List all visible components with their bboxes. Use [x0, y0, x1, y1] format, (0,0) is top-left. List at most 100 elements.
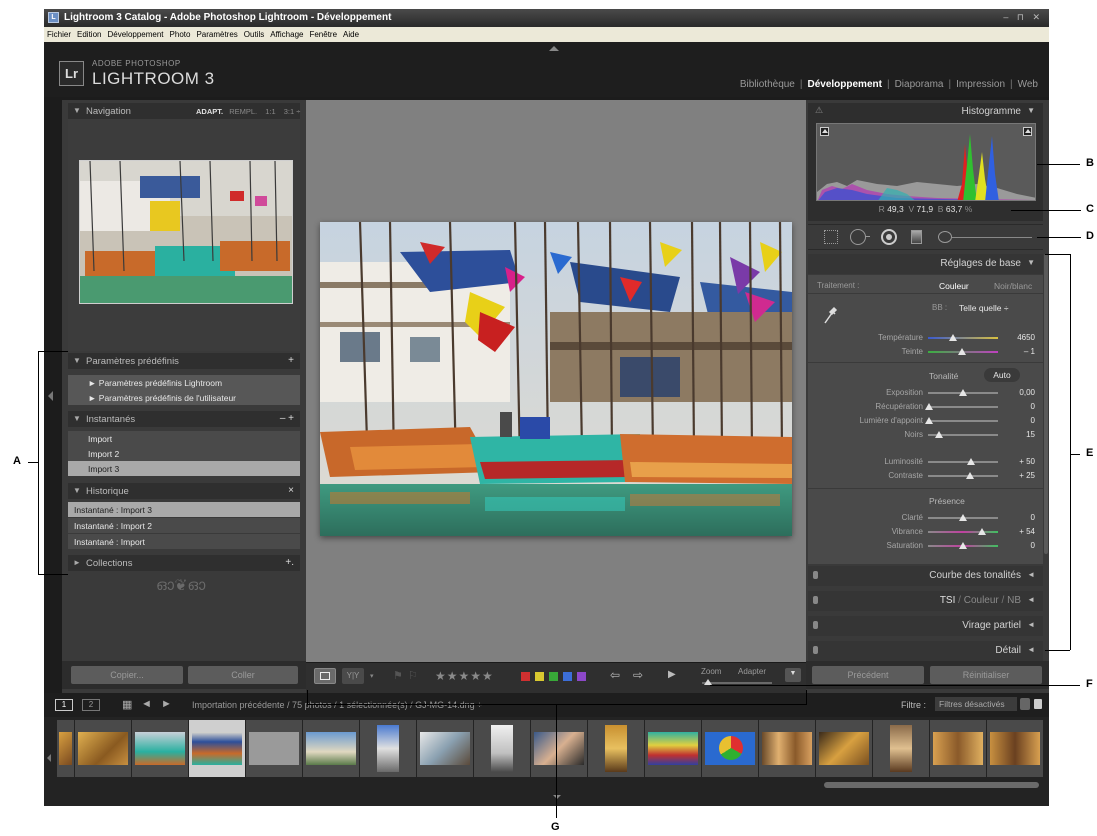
clarity-value[interactable]: 0: [1031, 513, 1035, 522]
module-impression[interactable]: Impression: [956, 79, 1005, 90]
adjustment-brush-tool-icon[interactable]: [938, 231, 952, 243]
saturation-thumb[interactable]: [959, 542, 967, 549]
blacks-slider-row[interactable]: Noirs 15: [808, 429, 1043, 441]
wb-dropdown[interactable]: Telle quelle ÷: [959, 303, 1009, 313]
histogram-graph[interactable]: [816, 123, 1036, 201]
recovery-thumb[interactable]: [925, 403, 934, 410]
filmstrip-thumb[interactable]: [645, 720, 701, 777]
snapshots-header[interactable]: ▼ Instantanés – +: [68, 411, 300, 427]
hsl-tab[interactable]: TSI: [940, 595, 956, 606]
add-collection-button[interactable]: +.: [285, 557, 294, 568]
detail-header[interactable]: Détail ◄: [808, 641, 1043, 661]
menu-fenetre[interactable]: Fenêtre: [306, 27, 340, 39]
zoom-slider-track[interactable]: [702, 682, 772, 684]
forward-arrow-icon[interactable]: ►: [161, 698, 172, 710]
filmstrip-thumb[interactable]: [75, 720, 131, 777]
vibrance-track[interactable]: [928, 528, 998, 535]
contrast-value[interactable]: + 25: [1019, 471, 1035, 480]
left-collapse-arrow[interactable]: [48, 391, 53, 401]
spot-removal-tool-icon[interactable]: [850, 229, 870, 245]
temperature-slider-row[interactable]: Température 4650: [808, 332, 1043, 344]
back-arrow-icon[interactable]: ◄: [141, 698, 152, 710]
history-item-selected[interactable]: Instantané : Import 3: [68, 502, 300, 517]
history-item[interactable]: Instantané : Import: [68, 534, 300, 549]
snapshot-item[interactable]: Import 2: [68, 446, 300, 461]
paste-button[interactable]: Coller: [188, 666, 298, 684]
window-controls[interactable]: – ⊓ ✕: [1003, 12, 1043, 23]
vibrance-thumb[interactable]: [977, 528, 986, 535]
right-panel-scrollbar[interactable]: [1044, 254, 1048, 554]
filmstrip-thumb[interactable]: [132, 720, 188, 777]
saturation-value[interactable]: 0: [1031, 541, 1035, 550]
exposure-slider-row[interactable]: Exposition 0,00: [808, 387, 1043, 399]
clear-history-button[interactable]: ×: [288, 485, 294, 496]
star-rating[interactable]: ★★★★★: [435, 669, 494, 683]
recovery-track[interactable]: [925, 403, 998, 410]
filmstrip-thumb[interactable]: [702, 720, 758, 777]
collapse-top-arrow[interactable]: [549, 46, 559, 51]
tint-thumb[interactable]: [958, 348, 967, 355]
history-header[interactable]: ▼ Historique ×: [68, 483, 300, 499]
clarity-thumb[interactable]: [959, 514, 967, 521]
main-photo[interactable]: [320, 222, 792, 536]
before-after-button[interactable]: Y|Y: [342, 668, 364, 684]
exposure-thumb[interactable]: [959, 389, 967, 396]
filter-dropdown[interactable]: Filtres désactivés: [935, 697, 1017, 711]
module-web[interactable]: Web: [1018, 79, 1038, 90]
presets-header[interactable]: ▼ Paramètres prédéfinis +: [68, 353, 300, 369]
fill-light-thumb[interactable]: [925, 417, 934, 424]
fill-light-slider-row[interactable]: Lumière d'appoint 0: [808, 415, 1043, 427]
auto-tone-button[interactable]: Auto: [984, 368, 1020, 382]
menu-affichage[interactable]: Affichage: [267, 27, 306, 39]
filmstrip-thumb[interactable]: [417, 720, 473, 777]
filmstrip-thumb[interactable]: [531, 720, 587, 777]
next-photo-arrow-icon[interactable]: ⇨: [633, 668, 643, 682]
zoom-adapt[interactable]: ADAPT.: [196, 107, 223, 116]
zoom-1-1[interactable]: 1:1: [259, 107, 275, 116]
contrast-thumb[interactable]: [966, 472, 974, 479]
color-label-purple[interactable]: [577, 672, 586, 681]
before-after-dropdown-icon[interactable]: ▾: [370, 672, 374, 680]
bw-tab[interactable]: NB: [1007, 595, 1021, 606]
snapshot-item-selected[interactable]: Import 3: [68, 461, 300, 476]
zoom-value[interactable]: Adapter: [738, 667, 766, 676]
fill-light-value[interactable]: 0: [1031, 416, 1035, 425]
filmstrip-source-path[interactable]: Importation précédente / 75 photos / 1 s…: [192, 700, 482, 710]
menu-aide[interactable]: Aide: [340, 27, 362, 39]
zoom-rempl[interactable]: REMPL.: [225, 107, 257, 116]
color-label-blue[interactable]: [563, 672, 572, 681]
reset-button[interactable]: Réinitialiser: [930, 666, 1042, 684]
treatment-color-option[interactable]: Couleur: [939, 281, 969, 291]
menu-photo[interactable]: Photo: [167, 27, 194, 39]
previous-settings-button[interactable]: Précédent: [812, 666, 924, 684]
play-slideshow-icon[interactable]: ▶: [668, 669, 676, 680]
color-label-red[interactable]: [521, 672, 530, 681]
menu-developpement[interactable]: Développement: [104, 27, 166, 39]
filmstrip-thumb[interactable]: [303, 720, 359, 777]
previous-photo-arrow-icon[interactable]: ⇦: [610, 668, 620, 682]
filter-lock-icon[interactable]: [1034, 699, 1042, 709]
blacks-value[interactable]: 15: [1026, 430, 1035, 439]
collections-header[interactable]: ► Collections +.: [68, 555, 300, 571]
filmstrip-thumb[interactable]: [759, 720, 815, 777]
snapshot-item[interactable]: Import: [68, 431, 300, 446]
filmstrip-thumb[interactable]: [873, 720, 929, 777]
copy-button[interactable]: Copier...: [71, 666, 183, 684]
brightness-track[interactable]: [928, 458, 998, 465]
red-eye-tool-icon[interactable]: [881, 229, 897, 245]
toolbar-options-dropdown[interactable]: ▼: [785, 668, 801, 682]
filmstrip-thumb[interactable]: [816, 720, 872, 777]
color-label-yellow[interactable]: [535, 672, 544, 681]
basic-panel-header[interactable]: Réglages de base ▼: [808, 254, 1043, 274]
split-toning-header[interactable]: Virage partiel ◄: [808, 616, 1043, 636]
filter-switch-icon[interactable]: [1020, 698, 1030, 710]
menu-fichier[interactable]: Fichier: [44, 27, 74, 39]
reject-flag-icon[interactable]: ⚐: [408, 669, 418, 682]
menu-outils[interactable]: Outils: [241, 27, 267, 39]
module-bibliotheque[interactable]: Bibliothèque: [740, 79, 795, 90]
exposure-track[interactable]: [928, 389, 998, 396]
preset-folder-lightroom[interactable]: ► Paramètres prédéfinis Lightroom: [68, 375, 300, 390]
saturation-slider-row[interactable]: Saturation 0: [808, 540, 1043, 552]
contrast-track[interactable]: [928, 472, 998, 479]
fill-light-track[interactable]: [925, 417, 998, 424]
